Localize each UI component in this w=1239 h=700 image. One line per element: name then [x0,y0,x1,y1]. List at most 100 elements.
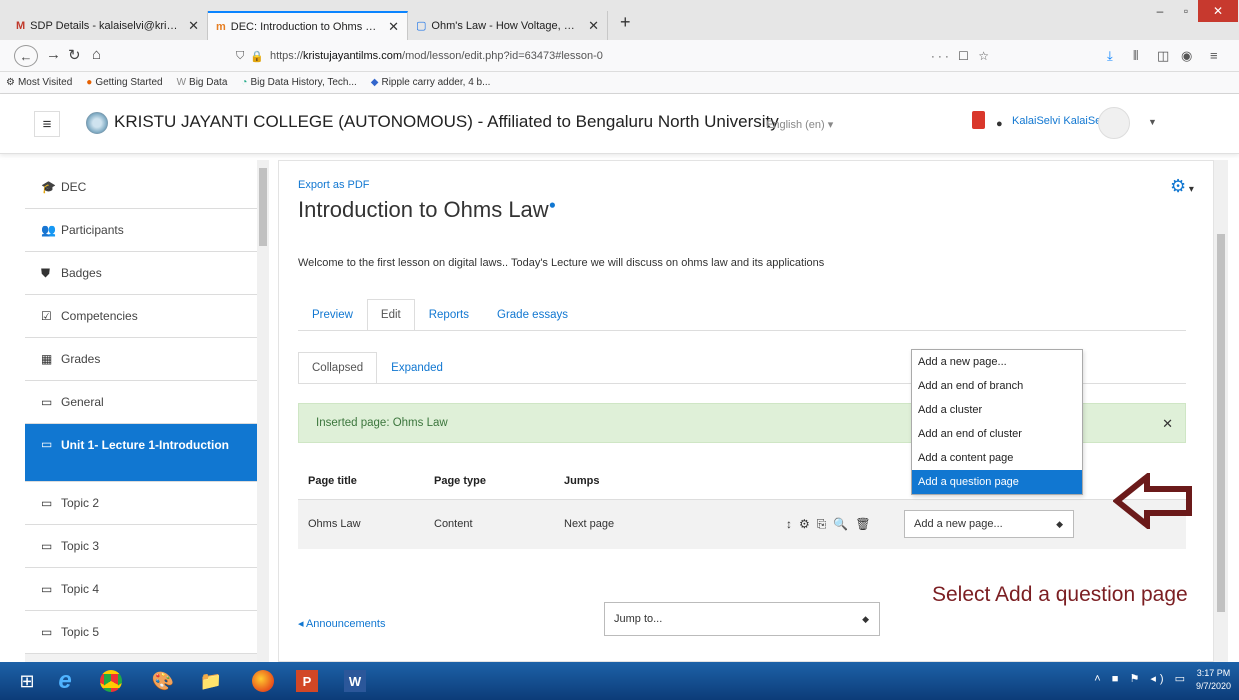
user-name[interactable]: KalaiSelvi KalaiSelvi [1012,115,1112,127]
hamburger-menu-icon[interactable]: ≡ [34,111,60,137]
sidebar-item-topic2[interactable]: ▭ Topic 2 [25,482,257,525]
users-icon: 👥 [41,223,56,237]
maximize-icon[interactable]: ▫ [1172,0,1200,22]
browser-tab-sdp[interactable]: M SDP Details - kalaiselvi@kristuj ✕ [8,11,208,40]
tab-title: SDP Details - kalaiselvi@kristuj [30,19,183,32]
firefox-icon: ● [86,77,93,88]
site-icon: W [176,77,187,88]
close-tab-icon[interactable]: ✕ [588,18,599,34]
tab-grade-essays[interactable]: Grade essays [483,299,582,330]
system-tray[interactable]: ˄ ■ ⚑ ◂) ▭ [1094,672,1189,685]
zoom-icon[interactable]: 🔍 [833,517,855,531]
chevron-down-icon[interactable]: ▼ [1148,117,1157,127]
dropdown-option-new-page[interactable]: Add a new page... [912,350,1082,374]
dropdown-option-end-of-branch[interactable]: Add an end of branch [912,374,1082,398]
notification-bell-icon[interactable] [972,111,985,129]
browser-tab-dec[interactable]: m DEC: Introduction to Ohms Law ✕ [208,11,408,40]
page-title-link[interactable]: Ohms Law [298,499,424,549]
bookmark-getting-started[interactable]: ● Getting Started [86,77,162,88]
firefox-icon[interactable] [246,667,280,695]
bookmark-most-visited[interactable]: ⚙ Most Visited [6,77,72,88]
scrollbar-thumb[interactable] [1217,234,1225,612]
powerpoint-icon[interactable]: P [290,667,324,695]
tab-preview[interactable]: Preview [298,299,367,330]
browser-tab-ohms[interactable]: ▢ Ohm's Law - How Voltage, Curr ✕ [408,11,608,40]
url-bar[interactable]: ⛉ 🔒 https://kristujayantilms.com/mod/les… [236,45,992,67]
internet-explorer-icon[interactable]: e [48,667,82,695]
column-header: Page type [424,463,554,500]
reload-icon[interactable]: ↻ [68,46,81,64]
paint-icon[interactable]: 🎨 [146,667,180,695]
close-tab-icon[interactable]: ✕ [188,18,199,34]
forward-arrow-icon[interactable]: → [46,46,61,63]
site-icon: ◔ [241,77,248,88]
export-pdf-link[interactable]: Export as PDF [298,179,370,191]
library-icon[interactable]: ⫴ [1133,48,1138,64]
copy-icon[interactable]: ⎘ [817,517,834,531]
scrollbar-thumb[interactable] [259,168,267,246]
menu-icon[interactable]: ≡ [1210,48,1218,63]
tab-reports[interactable]: Reports [415,299,483,330]
close-tab-icon[interactable]: ✕ [388,19,399,35]
tab-expanded[interactable]: Expanded [377,352,457,383]
windows-start-icon[interactable]: ⊞ [10,667,44,695]
sidebar-item-participants[interactable]: 👥 Participants [25,209,257,252]
add-page-dropdown-list: Add a new page... Add an end of branch A… [911,349,1083,495]
lesson-intro: Welcome to the first lesson on digital l… [298,257,825,269]
trash-icon[interactable]: 🗑 [855,517,877,531]
table-row: Ohms Law Content Next page ↕⚙⎘🔍🗑 Add a n… [298,499,1186,549]
window-close-icon[interactable]: ✕ [1198,0,1238,22]
download-icon[interactable]: ⤓ [1107,48,1113,64]
url-path: /mod/lesson/edit.php?id=63473#lesson-0 [402,50,603,62]
tab-collapsed[interactable]: Collapsed [298,352,378,383]
sidebar-toggle-icon[interactable]: ◫ [1157,48,1169,64]
site-name[interactable]: KRISTU JAYANTI COLLEGE (AUTONOMOUS) - Af… [114,112,779,132]
folder-icon: ▭ [41,496,53,510]
folder-icon: ▭ [41,582,53,596]
browser-nav-bar: ← → ↻ ⌂ ⛉ 🔒 https://kristujayantilms.com… [0,40,1239,72]
bookmark-ripple-carry[interactable]: ◆ Ripple carry adder, 4 b... [371,77,491,88]
message-icon[interactable]: ● [996,118,1003,130]
jumps-cell: Next page [554,499,776,549]
sidebar-item-general[interactable]: ▭ General [25,381,257,424]
gear-icon[interactable]: ⚙ ▾ [1170,176,1194,197]
home-icon[interactable]: ⌂ [92,46,101,63]
announcements-link[interactable]: ◂ Announcements [298,617,385,630]
system-clock[interactable]: 3:17 PM 9/7/2020 [1196,667,1231,693]
sidebar-item-unit1[interactable]: ▭ Unit 1- Lecture 1-Introduction [25,424,257,482]
avatar[interactable] [1098,107,1130,139]
help-icon[interactable]: ● [549,198,556,212]
close-icon[interactable]: ✕ [1162,416,1173,432]
language-menu[interactable]: English (en) ▾ [766,118,833,131]
tab-edit[interactable]: Edit [366,299,415,330]
checkbox-icon: ☑ [41,309,52,323]
bookmark-big-data-history[interactable]: ◔ Big Data History, Tech... [241,77,356,88]
gear-icon[interactable]: ⚙ [799,517,817,531]
sidebar-item-topic3[interactable]: ▭ Topic 3 [25,525,257,568]
sidebar-item-topic5[interactable]: ▭ Topic 5 [25,611,257,654]
move-icon[interactable]: ↕ [786,517,799,531]
jump-to-select[interactable]: Jump to... ◆ [604,602,880,636]
back-arrow-icon[interactable]: ← [14,45,38,67]
sidebar-item-dec[interactable]: 🎓 DEC [25,166,257,209]
sidebar-item-topic4[interactable]: ▭ Topic 4 [25,568,257,611]
dropdown-option-content-page[interactable]: Add a content page [912,446,1082,470]
url-actions[interactable]: ··· ☐ ☆ [931,49,992,63]
dropdown-option-question-page[interactable]: Add a question page [912,470,1082,494]
add-new-page-select[interactable]: Add a new page... ◆ [904,510,1074,539]
file-explorer-icon[interactable]: 📁 [194,667,228,695]
chrome-icon[interactable] [94,667,128,695]
dropdown-option-end-of-cluster[interactable]: Add an end of cluster [912,422,1082,446]
bookmark-big-data[interactable]: W Big Data [177,77,228,88]
folder-icon: ▭ [41,625,53,639]
sidebar-item-grades[interactable]: ▦ Grades [25,338,257,381]
shield-icon: ⛊ [41,265,51,280]
dropdown-option-cluster[interactable]: Add a cluster [912,398,1082,422]
sidebar-item-competencies[interactable]: ☑ Competencies [25,295,257,338]
minimize-icon[interactable]: – [1146,0,1174,22]
word-icon[interactable]: W [338,667,372,695]
new-tab-button[interactable]: + [620,12,631,33]
drawer-scrollbar[interactable] [257,160,269,662]
account-icon[interactable]: ◉ [1181,48,1192,64]
sidebar-item-badges[interactable]: ⛊ Badges [25,252,257,295]
